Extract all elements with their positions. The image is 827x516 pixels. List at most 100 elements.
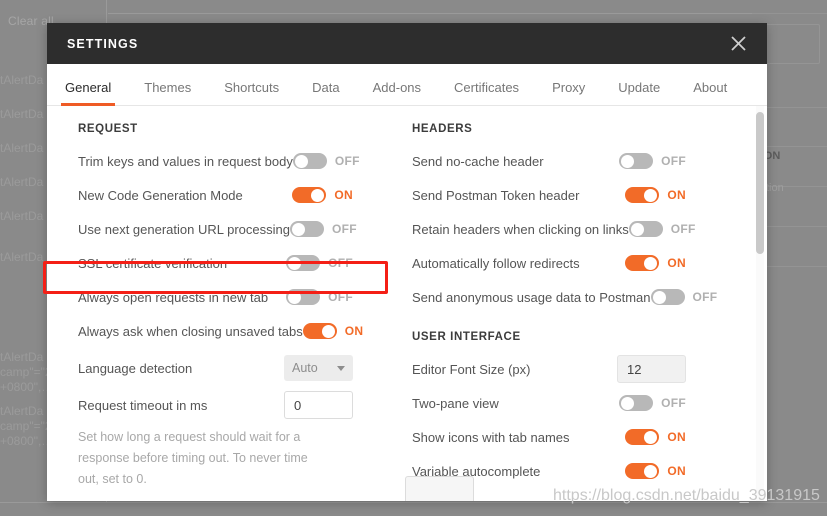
tab-proxy[interactable]: Proxy — [552, 80, 585, 105]
close-icon[interactable] — [725, 31, 751, 57]
toggle-knob — [644, 430, 658, 444]
setting-row-send-no-cache-header: Send no-cache header OFF — [412, 144, 713, 178]
setting-row-follow-redirects: Automatically follow redirects ON — [412, 246, 713, 280]
tab-themes[interactable]: Themes — [144, 80, 191, 105]
setting-control: OFF — [286, 289, 353, 305]
toggle-state-label: OFF — [331, 222, 357, 236]
toggle-state-label: ON — [667, 464, 686, 478]
setting-label: Always ask when closing unsaved tabs — [78, 323, 303, 339]
tab-add-ons[interactable]: Add-ons — [373, 80, 421, 105]
toggle-knob — [288, 256, 302, 270]
tab-certificates[interactable]: Certificates — [454, 80, 519, 105]
setting-control: ON — [625, 255, 686, 271]
setting-label: Retain headers when clicking on links — [412, 221, 629, 237]
setting-control: ON — [625, 463, 686, 479]
setting-label: Variable autocomplete — [412, 463, 541, 479]
setting-row-ask-closing-unsaved-tabs: Always ask when closing unsaved tabs ON — [78, 314, 380, 348]
toggle-url-processing[interactable] — [289, 221, 324, 237]
toggle-two-pane-view[interactable] — [619, 395, 654, 411]
toggle-ssl-certificate-verification[interactable] — [286, 255, 321, 271]
setting-control: OFF — [292, 153, 360, 169]
setting-row-new-code-generation-mode: New Code Generation Mode ON — [78, 178, 380, 212]
toggle-state-label: OFF — [334, 154, 360, 168]
toggle-open-requests-new-tab[interactable] — [286, 289, 321, 305]
page-title: SETTINGS — [67, 36, 139, 51]
toggle-state-label: OFF — [328, 290, 353, 304]
modal-header: SETTINGS — [47, 23, 767, 64]
toggle-show-icons-with-tab-names[interactable] — [625, 429, 660, 445]
setting-row-show-icons-with-tab-names: Show icons with tab names ON — [412, 420, 713, 454]
tab-about[interactable]: About — [693, 80, 727, 105]
toggle-state-label: ON — [667, 430, 686, 444]
toggle-retain-headers[interactable] — [628, 221, 663, 237]
settings-modal: SETTINGS General Themes Shortcuts Data A… — [47, 23, 767, 501]
background-input-box — [758, 24, 820, 64]
setting-row-open-requests-new-tab: Always open requests in new tab OFF — [78, 280, 380, 314]
toggle-send-no-cache-header[interactable] — [619, 153, 654, 169]
section-title-request: REQUEST — [78, 123, 138, 135]
setting-label: New Code Generation Mode — [78, 187, 243, 203]
setting-control: ON — [292, 187, 353, 203]
toggle-trim-keys[interactable] — [292, 153, 327, 169]
setting-control: OFF — [619, 153, 686, 169]
toggle-state-label: ON — [334, 188, 353, 202]
select-value: Auto — [292, 361, 318, 375]
toggle-anonymous-usage-data[interactable] — [650, 289, 685, 305]
language-detection-select[interactable]: Auto — [284, 355, 353, 381]
toggle-knob — [288, 290, 302, 304]
setting-control: ON — [302, 323, 364, 339]
chevron-down-icon — [337, 365, 345, 371]
setting-label: Send anonymous usage data to Postman — [412, 289, 651, 305]
tab-general[interactable]: General — [60, 80, 116, 106]
request-timeout-help-text: Set how long a request should wait for a… — [78, 430, 308, 486]
toggle-knob — [644, 256, 658, 270]
toggle-knob — [621, 396, 635, 410]
tab-shortcuts[interactable]: Shortcuts — [224, 80, 279, 105]
settings-scrollbar-thumb[interactable] — [756, 112, 764, 254]
setting-row-retain-headers: Retain headers when clicking on links OF… — [412, 212, 713, 246]
toggle-ask-closing-unsaved-tabs[interactable] — [302, 323, 337, 339]
toggle-knob — [630, 222, 644, 236]
headers-and-ui-section: HEADERS Send no-cache header OFF Send Po… — [380, 123, 717, 501]
toggle-state-label: ON — [667, 256, 686, 270]
toggle-state-label: OFF — [328, 256, 353, 270]
setting-label: Use next generation URL processing — [78, 221, 290, 237]
toggle-knob — [291, 222, 305, 236]
watermark: https://blog.csdn.net/baidu_39131915 — [553, 487, 820, 504]
section-title-headers: HEADERS — [412, 123, 473, 135]
request-section: REQUEST Trim keys and values in request … — [47, 123, 474, 501]
tab-update[interactable]: Update — [618, 80, 660, 105]
toggle-state-label: OFF — [692, 290, 718, 304]
toggle-variable-autocomplete[interactable] — [625, 463, 660, 479]
setting-label: Two-pane view — [412, 395, 499, 411]
setting-row-trim-keys: Trim keys and values in request body OFF — [78, 144, 380, 178]
tab-data[interactable]: Data — [312, 80, 339, 105]
toggle-new-code-generation-mode[interactable] — [292, 187, 327, 203]
toggle-follow-redirects[interactable] — [625, 255, 660, 271]
setting-label: Automatically follow redirects — [412, 255, 580, 271]
toggle-state-label: ON — [344, 324, 364, 338]
setting-label: Show icons with tab names — [412, 429, 570, 445]
setting-label: Always open requests in new tab — [78, 289, 269, 305]
setting-control: OFF — [650, 289, 718, 305]
setting-control: ON — [625, 429, 686, 445]
setting-row-url-processing: Use next generation URL processing OFF — [78, 212, 380, 246]
toggle-knob — [621, 154, 635, 168]
editor-font-size-input[interactable] — [617, 355, 686, 383]
setting-row-language-detection: Language detection Auto — [78, 348, 380, 388]
settings-body: REQUEST Trim keys and values in request … — [47, 106, 767, 501]
background-top-row — [108, 0, 827, 14]
setting-row-editor-font-size: Editor Font Size (px) — [412, 352, 713, 386]
request-timeout-input[interactable] — [284, 391, 353, 419]
toggle-state-label: OFF — [670, 222, 696, 236]
setting-row-anonymous-usage-data: Send anonymous usage data to Postman OFF — [412, 280, 717, 314]
toggle-knob — [294, 154, 308, 168]
setting-label: Editor Font Size (px) — [412, 361, 531, 377]
setting-control: ON — [625, 187, 686, 203]
setting-label: Language detection — [78, 360, 193, 376]
setting-control: OFF — [619, 395, 686, 411]
toggle-state-label: OFF — [661, 154, 686, 168]
toggle-knob — [652, 290, 666, 304]
toggle-send-postman-token-header[interactable] — [625, 187, 660, 203]
toggle-knob — [644, 188, 658, 202]
